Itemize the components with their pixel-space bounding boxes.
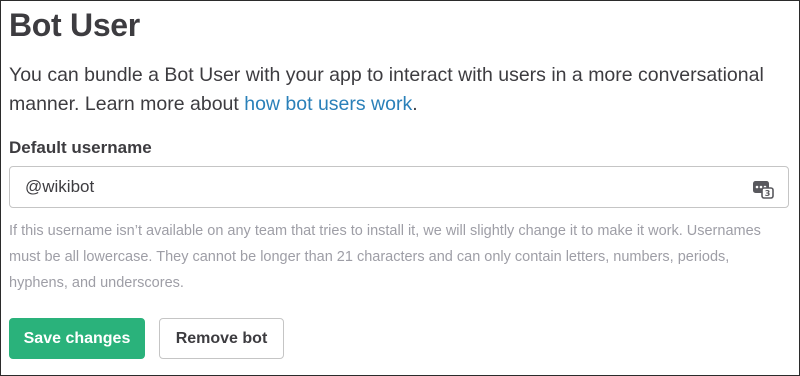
description-end: . <box>412 93 418 115</box>
password-manager-icon[interactable]: 3 <box>752 177 774 199</box>
default-username-label: Default username <box>9 138 152 157</box>
svg-text:3: 3 <box>765 189 771 198</box>
bot-user-panel: Bot User You can bundle a Bot User with … <box>0 0 800 376</box>
bot-users-help-link[interactable]: how bot users work <box>244 93 412 115</box>
remove-bot-button[interactable]: Remove bot <box>159 318 284 359</box>
default-username-input[interactable] <box>10 167 740 207</box>
default-username-field: 3 <box>9 166 789 208</box>
username-help-text: If this username isn’t available on any … <box>9 223 761 291</box>
page-title: Bot User <box>9 7 140 43</box>
save-changes-button[interactable]: Save changes <box>9 318 145 359</box>
section-description: You can bundle a Bot User with your app … <box>9 61 779 119</box>
